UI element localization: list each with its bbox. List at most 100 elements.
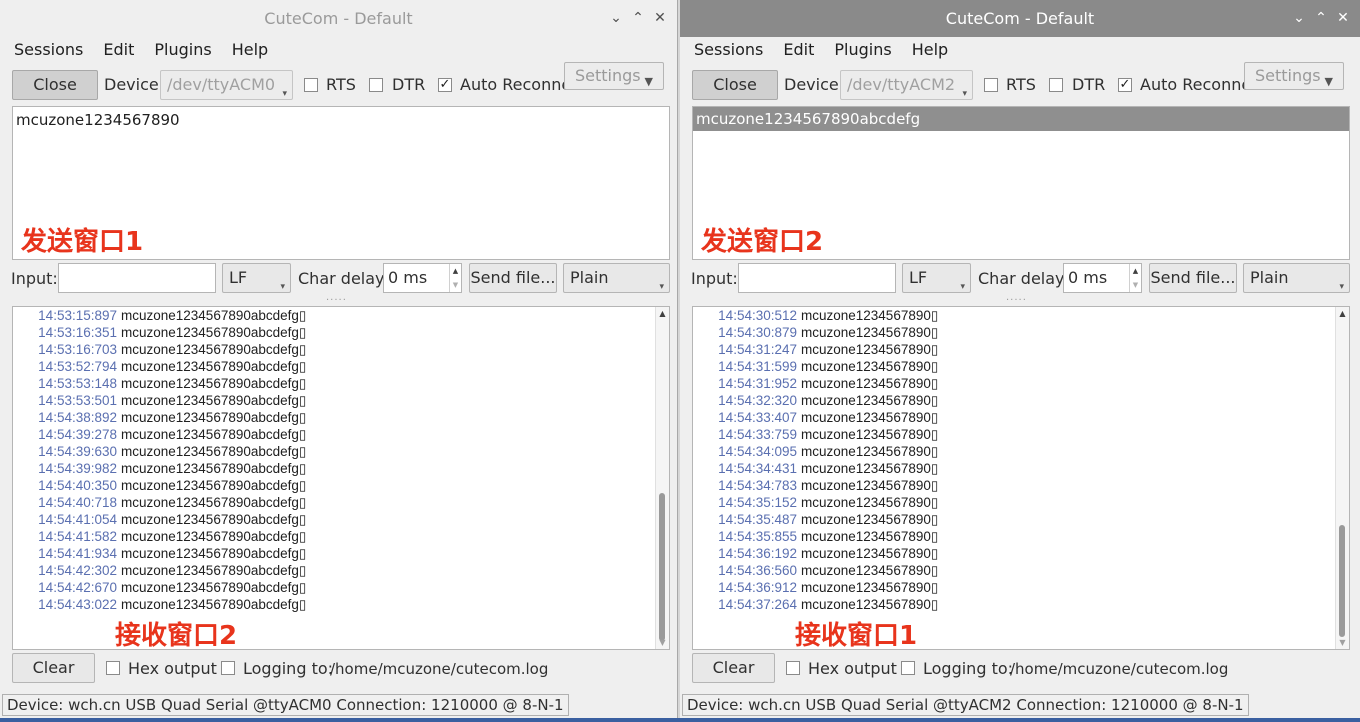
scroll-down-icon[interactable]: ▼: [1336, 638, 1349, 647]
receive-line: 14:54:34:095 mcuzone1234567890▯: [701, 443, 938, 460]
receive-line: 14:54:35:487 mcuzone1234567890▯: [701, 511, 938, 528]
scrollbar-thumb[interactable]: [1339, 525, 1345, 637]
scrollbar[interactable]: ▲ ▼: [1335, 307, 1349, 649]
char-delay-spinbox[interactable]: 0 ms ▲ ▼: [383, 263, 462, 293]
timestamp: 14:54:41:054: [38, 512, 117, 527]
auto-reconnect-checkbox[interactable]: ✓: [438, 78, 452, 92]
spin-arrows[interactable]: ▲ ▼: [1129, 264, 1141, 292]
timestamp: 14:54:34:431: [718, 461, 797, 476]
line-end-select[interactable]: LF ▾: [902, 263, 971, 293]
receive-line: 14:54:36:192 mcuzone1234567890▯: [701, 545, 938, 562]
hex-output-label: Hex output: [128, 659, 217, 678]
send-history-item[interactable]: mcuzone1234567890abcdefg: [693, 107, 1349, 131]
title-bar[interactable]: CuteCom - Default ⌄ ⌃ ✕: [0, 0, 677, 37]
menu-sessions[interactable]: Sessions: [4, 37, 93, 63]
timestamp: 14:54:41:582: [38, 529, 117, 544]
chevron-down-icon: ▾: [659, 282, 664, 292]
minimize-chevron-down-icon[interactable]: ⌄: [1288, 0, 1310, 37]
spin-up-icon[interactable]: ▲: [450, 264, 461, 278]
settings-button[interactable]: Settings ▼: [564, 62, 664, 90]
clear-button[interactable]: Clear: [12, 653, 95, 683]
receive-line: 14:54:37:264 mcuzone1234567890▯: [701, 596, 938, 613]
receive-output[interactable]: 14:54:30:512 mcuzone1234567890▯ 14:54:30:8…: [692, 306, 1350, 650]
logging-checkbox[interactable]: [221, 661, 235, 675]
scrollbar[interactable]: ▲ ▼: [655, 307, 669, 649]
device-value: /dev/ttyACM0: [167, 75, 276, 94]
auto-reconnect-checkbox[interactable]: ✓: [1118, 78, 1132, 92]
receive-line: 14:54:43:022 mcuzone1234567890abcdefg▯: [21, 596, 306, 613]
menu-edit[interactable]: Edit: [773, 37, 824, 63]
receive-output[interactable]: 14:53:15:897 mcuzone1234567890abcdefg▯ 14:…: [12, 306, 670, 650]
hex-output-checkbox[interactable]: [786, 661, 800, 675]
format-value: Plain: [1250, 268, 1289, 287]
window-controls: ⌄ ⌃ ✕: [1288, 0, 1354, 37]
message-text: mcuzone1234567890▯: [801, 308, 939, 323]
spin-down-icon[interactable]: ▼: [1130, 278, 1141, 292]
hex-output-checkbox[interactable]: [106, 661, 120, 675]
scroll-down-icon[interactable]: ▼: [656, 638, 669, 647]
timestamp: 14:53:16:703: [38, 342, 117, 357]
message-text: mcuzone1234567890▯: [801, 597, 939, 612]
settings-label: Settings: [1255, 66, 1321, 85]
device-value: /dev/ttyACM2: [847, 75, 956, 94]
send-file-button[interactable]: Send file...: [1149, 263, 1237, 293]
dtr-checkbox[interactable]: [1049, 78, 1063, 92]
receive-line: 14:54:35:152 mcuzone1234567890▯: [701, 494, 938, 511]
timestamp: 14:54:36:912: [718, 580, 797, 595]
send-file-button[interactable]: Send file...: [469, 263, 557, 293]
window-title: CuteCom - Default: [264, 9, 413, 28]
rts-checkbox[interactable]: [984, 78, 998, 92]
spin-arrows[interactable]: ▲ ▼: [449, 264, 461, 292]
char-delay-spinbox[interactable]: 0 ms ▲ ▼: [1063, 263, 1142, 293]
menu-plugins[interactable]: Plugins: [824, 37, 901, 63]
menu-sessions[interactable]: Sessions: [684, 37, 773, 63]
maximize-chevron-up-icon[interactable]: ⌃: [1310, 0, 1332, 37]
menu-help[interactable]: Help: [902, 37, 958, 63]
scrollbar-thumb[interactable]: [659, 493, 665, 641]
menu-help[interactable]: Help: [222, 37, 278, 63]
close-icon[interactable]: ✕: [1332, 0, 1354, 37]
message-text: mcuzone1234567890abcdefg▯: [121, 529, 307, 544]
dtr-checkbox[interactable]: [369, 78, 383, 92]
send-history-item[interactable]: mcuzone1234567890: [16, 111, 180, 129]
rts-checkbox[interactable]: [304, 78, 318, 92]
message-text: mcuzone1234567890▯: [801, 495, 939, 510]
menu-plugins[interactable]: Plugins: [144, 37, 221, 63]
scroll-up-icon[interactable]: ▲: [656, 309, 669, 318]
maximize-chevron-up-icon[interactable]: ⌃: [627, 0, 649, 37]
send-history-list[interactable]: mcuzone1234567890abcdefg 发送窗口2: [692, 106, 1350, 260]
input-field[interactable]: [58, 263, 216, 293]
logging-checkbox[interactable]: [901, 661, 915, 675]
settings-button[interactable]: Settings ▼: [1244, 62, 1344, 90]
clear-button[interactable]: Clear: [692, 653, 775, 683]
close-port-button[interactable]: Close: [692, 70, 778, 100]
send-window-label: 发送窗口2: [701, 227, 824, 257]
timestamp: 14:54:31:952: [718, 376, 797, 391]
splitter-handle[interactable]: .....: [1006, 292, 1027, 303]
chevron-down-icon: ▼: [1324, 75, 1333, 88]
input-field[interactable]: [738, 263, 896, 293]
scroll-up-icon[interactable]: ▲: [1336, 309, 1349, 318]
receive-line: 14:53:53:501 mcuzone1234567890abcdefg▯: [21, 392, 306, 409]
log-path[interactable]: /home/mcuzone/cutecom.log: [330, 660, 548, 678]
rts-label: RTS: [326, 75, 356, 94]
spin-up-icon[interactable]: ▲: [1130, 264, 1141, 278]
chevron-down-icon: ▼: [644, 75, 653, 88]
title-bar[interactable]: CuteCom - Default ⌄ ⌃ ✕: [680, 0, 1360, 37]
splitter-handle[interactable]: .....: [326, 292, 347, 303]
format-select[interactable]: Plain ▾: [563, 263, 670, 293]
send-history-list[interactable]: mcuzone1234567890 发送窗口1: [12, 106, 670, 260]
line-end-select[interactable]: LF ▾: [222, 263, 291, 293]
device-label: Device:: [104, 75, 165, 94]
close-port-button[interactable]: Close: [12, 70, 98, 100]
minimize-chevron-down-icon[interactable]: ⌄: [605, 0, 627, 37]
close-icon[interactable]: ✕: [649, 0, 671, 37]
cutecom-window-2: CuteCom - Default ⌄ ⌃ ✕ Sessions Edit Pl…: [680, 0, 1360, 722]
spin-down-icon[interactable]: ▼: [450, 278, 461, 292]
format-select[interactable]: Plain ▾: [1243, 263, 1350, 293]
device-select[interactable]: /dev/ttyACM0 ▾: [160, 70, 293, 100]
menu-edit[interactable]: Edit: [93, 37, 144, 63]
log-path[interactable]: /home/mcuzone/cutecom.log: [1010, 660, 1228, 678]
device-select[interactable]: /dev/ttyACM2 ▾: [840, 70, 973, 100]
check-icon: ✓: [439, 77, 451, 92]
